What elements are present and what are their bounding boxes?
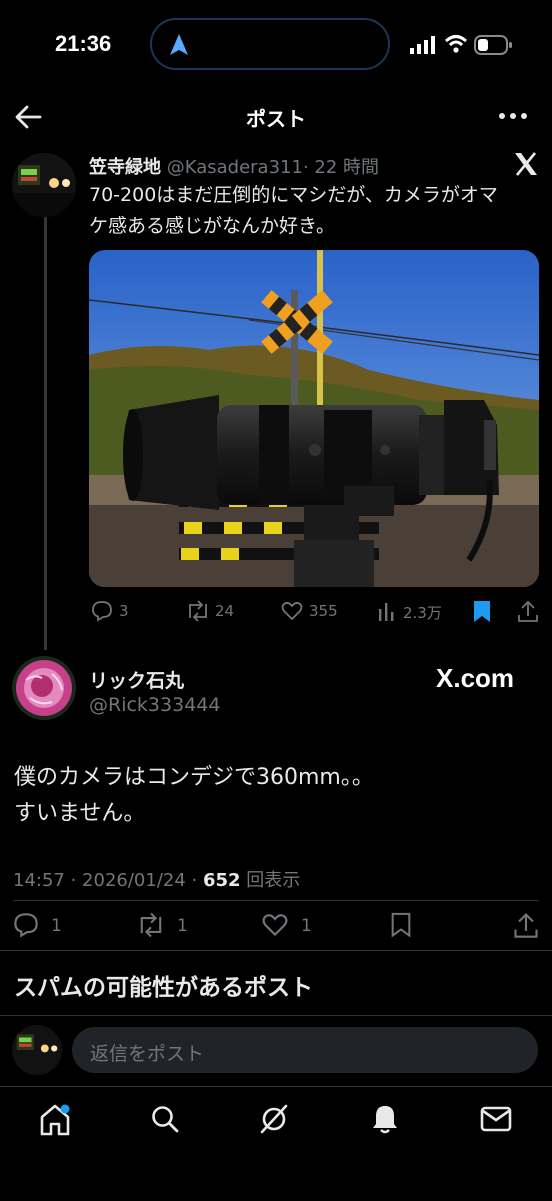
post-time[interactable]: · 22 時間 xyxy=(303,157,379,178)
author-handle[interactable]: @Kasadera311 xyxy=(167,157,303,178)
wifi-icon xyxy=(444,35,468,53)
spam-section-title[interactable]: スパムの可能性があるポスト xyxy=(14,968,313,1002)
status-time: 21:36 xyxy=(55,31,112,56)
quoted-post-actions: 3 24 355 2.3万 xyxy=(89,598,539,626)
repost-count: 1 xyxy=(177,916,188,936)
reply-placeholder: 返信をポスト xyxy=(90,1043,205,1065)
author-name[interactable]: リック石丸 xyxy=(89,666,184,693)
avatar[interactable] xyxy=(12,153,76,217)
quoted-post-header: 笠寺緑地 @Kasadera311· 22 時間 xyxy=(89,153,379,179)
thread-connector xyxy=(44,198,47,650)
post-meta: 14:57 · 2026/01/24 · 652 回表示 xyxy=(13,866,300,892)
divider xyxy=(0,1015,552,1016)
avatar-image xyxy=(12,656,76,720)
like-count: 355 xyxy=(309,602,338,620)
xcom-badge: X.com xyxy=(436,663,515,693)
reply-count: 3 xyxy=(119,602,129,620)
repost-icon[interactable] xyxy=(136,912,166,938)
grok-icon[interactable] xyxy=(258,1103,290,1135)
avatar-image xyxy=(12,153,76,217)
views-count: 2.3万 xyxy=(403,604,442,622)
notifications-bell-icon[interactable] xyxy=(370,1103,400,1135)
main-post-text: 僕のカメラはコンデジで360mm。。 すいません。 xyxy=(14,760,374,832)
quoted-post-text-line1: 70-200はまだ圧倒的にマシだが、カメラがオマ xyxy=(89,184,498,206)
bookmark-icon[interactable] xyxy=(391,912,411,938)
quoted-post-text-line2: ケ感ある感じがなんか好き。 xyxy=(89,215,336,237)
bottom-tab-bar xyxy=(0,1086,552,1201)
quoted-post-text: 70-200はまだ圧倒的にマシだが、カメラがオマ ケ感ある感じがなんか好き。 xyxy=(89,180,539,242)
divider xyxy=(0,950,552,951)
post-photo[interactable] xyxy=(89,250,539,587)
reply-icon[interactable] xyxy=(13,912,39,938)
like-icon[interactable] xyxy=(261,913,289,937)
reply-count: 1 xyxy=(51,916,62,936)
main-post-actions: 1 1 1 xyxy=(13,910,539,940)
author-handle[interactable]: @Rick333444 xyxy=(89,694,220,716)
repost-icon[interactable] xyxy=(185,600,211,622)
share-icon[interactable] xyxy=(517,599,539,623)
status-bar: 21:36 xyxy=(0,0,552,90)
views-icon[interactable] xyxy=(377,601,397,621)
page-title: ポスト xyxy=(246,107,306,131)
repost-count: 24 xyxy=(215,602,235,620)
like-count: 1 xyxy=(301,916,312,936)
main-post-text-line2: すいません。 xyxy=(14,801,146,826)
signal-icon xyxy=(410,36,435,54)
avatar[interactable] xyxy=(12,1025,62,1075)
view-label: 回表示 xyxy=(240,870,301,891)
camera-lens-photo xyxy=(89,250,539,587)
home-icon[interactable] xyxy=(38,1103,72,1137)
avatar-image xyxy=(12,1025,62,1075)
dynamic-island xyxy=(150,18,390,70)
search-icon[interactable] xyxy=(150,1104,180,1134)
avatar[interactable] xyxy=(12,656,76,720)
post-timestamp[interactable]: 14:57 · 2026/01/24 · xyxy=(13,870,203,891)
view-count: 652 xyxy=(202,870,241,891)
share-icon[interactable] xyxy=(513,911,539,939)
location-arrow-icon xyxy=(170,34,188,55)
bookmark-filled-icon[interactable] xyxy=(473,600,491,623)
main-post-text-line1: 僕のカメラはコンデジで360mm。。 xyxy=(14,765,374,790)
author-name[interactable]: 笠寺緑地 xyxy=(89,157,161,178)
divider xyxy=(13,900,539,901)
messages-icon[interactable] xyxy=(480,1106,512,1132)
reply-icon[interactable] xyxy=(91,600,113,622)
x-logo-icon xyxy=(515,152,537,176)
battery-icon xyxy=(474,35,512,55)
like-icon[interactable] xyxy=(281,601,303,621)
